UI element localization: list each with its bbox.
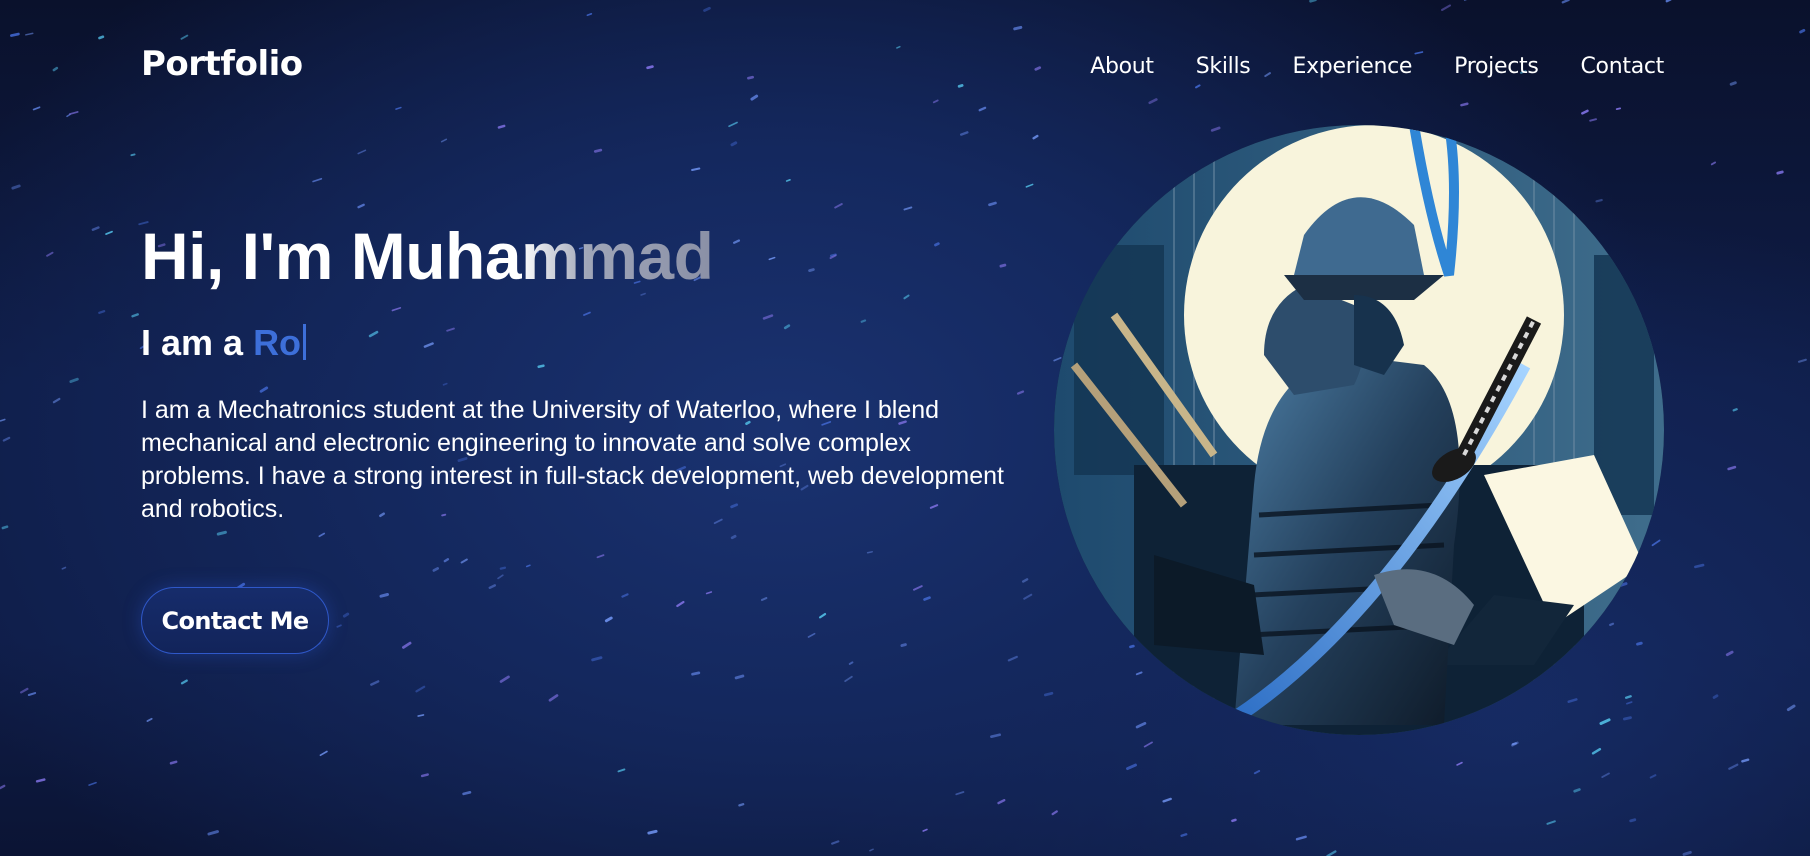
hero-bio: I am a Mechatronics student at the Unive…: [141, 395, 1004, 523]
nav-item-contact[interactable]: Contact: [1581, 54, 1665, 79]
brand-logo[interactable]: Portfolio: [141, 44, 303, 84]
typing-cursor: [303, 324, 307, 361]
role-typed-text: Ro: [253, 321, 302, 363]
nav-item-experience[interactable]: Experience: [1292, 54, 1412, 79]
hero-section: Hi, I'm Muhammad I am a Ro I am a Mechat…: [141, 220, 1021, 526]
role-line: I am a Ro: [141, 321, 1021, 364]
nav-item-projects[interactable]: Projects: [1454, 54, 1539, 79]
nav-item-skills[interactable]: Skills: [1196, 54, 1251, 79]
role-prefix: I am a: [141, 321, 244, 363]
nav-menu: About Skills Experience Projects Contact: [1090, 54, 1664, 79]
hero-greeting: Hi, I'm Muhammad: [141, 219, 714, 293]
samurai-illustration: [1054, 125, 1664, 735]
contact-me-button[interactable]: Contact Me: [141, 587, 329, 654]
top-navbar: Portfolio About Skills Experience Projec…: [0, 0, 1810, 140]
nav-item-about[interactable]: About: [1090, 54, 1154, 79]
samurai-avatar-image: [1054, 125, 1664, 735]
